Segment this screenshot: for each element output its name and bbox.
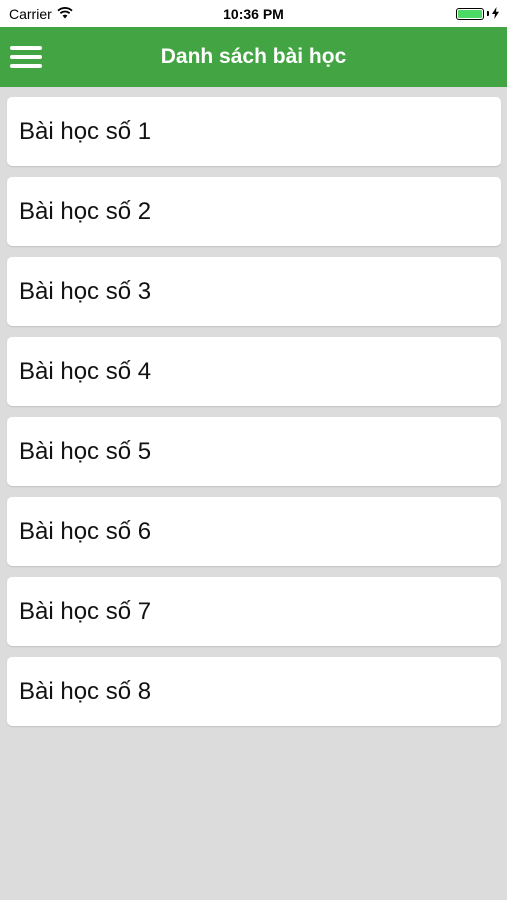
list-item[interactable]: Bài học số 8 [7, 657, 501, 726]
list-item[interactable]: Bài học số 2 [7, 177, 501, 246]
status-time: 10:36 PM [223, 5, 284, 22]
lesson-label: Bài học số 8 [19, 677, 152, 705]
battery-tip [487, 11, 489, 16]
carrier-label: Carrier [9, 5, 52, 22]
list-item[interactable]: Bài học số 1 [7, 97, 501, 166]
list-item[interactable]: Bài học số 3 [7, 257, 501, 326]
status-bar: Carrier 10:36 PM [0, 0, 507, 27]
list-item[interactable]: Bài học số 4 [7, 337, 501, 406]
menu-bar-line [10, 55, 42, 59]
wifi-icon [57, 6, 73, 22]
status-right [456, 6, 499, 22]
lesson-label: Bài học số 5 [19, 437, 152, 465]
list-item[interactable]: Bài học số 5 [7, 417, 501, 486]
lesson-label: Bài học số 7 [19, 597, 152, 625]
nav-bar: Danh sách bài học [0, 27, 507, 87]
lesson-label: Bài học số 4 [19, 357, 152, 385]
lesson-list: Bài học số 1 Bài học số 2 Bài học số 3 Bài … [7, 97, 501, 737]
battery-fill [458, 9, 482, 18]
battery-icon [456, 7, 484, 20]
list-item[interactable]: Bài học số 7 [7, 577, 501, 646]
list-item[interactable]: Bài học số 6 [7, 497, 501, 566]
menu-bar-line [10, 64, 42, 68]
lesson-label: Bài học số 1 [19, 117, 152, 145]
page-title: Danh sách bài học [160, 45, 347, 68]
charging-bolt-icon [492, 6, 499, 22]
hamburger-menu-icon[interactable] [10, 40, 44, 74]
lesson-label: Bài học số 6 [19, 517, 152, 545]
menu-bar-line [10, 46, 42, 50]
lesson-label: Bài học số 2 [19, 197, 152, 225]
lesson-label: Bài học số 3 [19, 277, 152, 305]
status-left: Carrier [9, 6, 73, 22]
